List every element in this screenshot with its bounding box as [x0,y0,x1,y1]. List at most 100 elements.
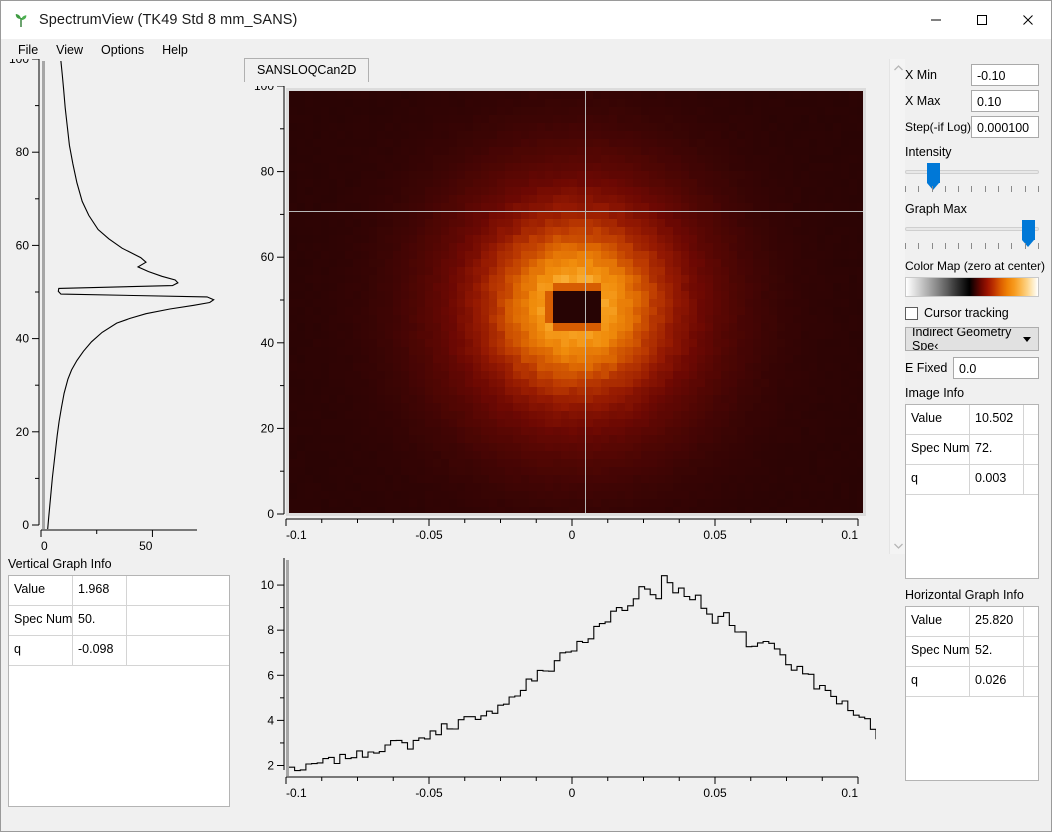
spectrumview-window: SpectrumView (TK49 Std 8 mm_SANS) File V… [0,0,1052,832]
table-row: q 0.026 [906,667,1038,697]
imginfo-val-q: 0.003 [970,465,1024,495]
svg-text:60: 60 [16,238,30,252]
vgi-val-q: -0.098 [73,636,127,666]
imginfo-pad-0 [1024,405,1038,435]
vgi-key-q: q [9,636,73,666]
imginfo-pad-2 [1024,465,1038,495]
svg-text:-0.1: -0.1 [286,528,307,542]
vgi-val-value: 1.968 [73,576,127,606]
horizontal-plot-y-axis: 246810 [240,558,286,780]
horizontal-graph-info-table: Value 25.820 Spec Num 52. q 0.026 [905,606,1039,781]
vertical-plot-y-axis: 020406080100 [1,59,41,529]
table-row: q 0.003 [906,465,1038,495]
hgi-key-specnum: Spec Num [906,637,970,667]
svg-text:20: 20 [16,425,30,439]
vgi-key-specnum: Spec Num [9,606,73,636]
svg-text:0: 0 [267,507,274,518]
close-button[interactable] [1005,2,1051,39]
vertical-graph-info-title: Vertical Graph Info [8,557,112,571]
cursor-tracking-checkbox[interactable] [905,307,918,320]
menu-options[interactable]: Options [92,41,153,59]
imginfo-val-value: 10.502 [970,405,1024,435]
graph-max-slider[interactable] [905,219,1039,253]
colormap-gradient[interactable] [905,277,1039,297]
graph-max-slider-track [905,227,1039,231]
vertical-profile-curve [45,61,231,529]
vgi-key-value: Value [9,576,73,606]
svg-text:80: 80 [261,165,275,179]
center-scrollbar[interactable] [889,59,905,554]
hgi-key-q: q [906,667,970,697]
detector-image-panel: 020406080100 -0.1-0.0500.050.1 [238,82,890,554]
horizontal-graph-info-title: Horizontal Graph Info [905,588,1051,602]
maximize-button[interactable] [959,2,1005,39]
svg-text:60: 60 [261,250,275,264]
detector-image-frame [286,88,866,516]
x-max-input[interactable]: 0.10 [971,90,1039,112]
x-min-label: X Min [905,68,971,82]
x-min-input[interactable]: -0.10 [971,64,1039,86]
svg-text:0.1: 0.1 [841,528,858,542]
table-row: Value 1.968 [9,576,229,606]
svg-text:8: 8 [267,623,274,637]
step-input[interactable]: 0.000100 [971,116,1039,138]
control-panel: X Min -0.10 X Max 0.10 Step(-if Log) 0.0… [905,59,1051,831]
table-row: Spec Num 72. [906,435,1038,465]
vertical-graph-info-table: Value 1.968 Spec Num 50. q -0.098 [8,575,230,807]
svg-text:0: 0 [22,518,29,529]
hgi-val-value: 25.820 [970,607,1024,637]
geometry-select-value: Indirect Geometry Spe‹ [912,327,1038,351]
vgi-val-specnum: 50. [73,606,127,636]
horizontal-profile-curve [289,560,876,776]
svg-text:80: 80 [16,145,30,159]
imginfo-pad-1 [1024,435,1038,465]
chevron-down-icon [1023,337,1031,342]
detector-image[interactable] [289,91,863,513]
imginfo-key-specnum: Spec Num [906,435,970,465]
hgi-val-q: 0.026 [970,667,1024,697]
svg-text:100: 100 [9,59,29,66]
intensity-slider-track [905,170,1039,174]
svg-text:0: 0 [569,528,576,542]
menu-view[interactable]: View [47,41,92,59]
window-title: SpectrumView (TK49 Std 8 mm_SANS) [39,12,297,28]
crosshair-vertical [585,91,586,513]
svg-text:0: 0 [41,539,48,553]
geometry-select[interactable]: Indirect Geometry Spe‹ [905,327,1039,351]
tab-sansloqcan2d[interactable]: SANSLOQCan2D [244,58,369,82]
graph-max-slider-thumb[interactable] [1022,220,1035,240]
scroll-down-icon[interactable] [890,537,906,554]
horizontal-profile-plot[interactable] [286,560,876,776]
horizontal-plot-x-axis: -0.1-0.0500.050.1 [278,776,878,810]
cursor-tracking-label: Cursor tracking [924,306,1009,320]
plant-sprout-icon [11,10,31,30]
vertical-profile-panel: 020406080100 050 [1,59,237,554]
intensity-slider[interactable] [905,162,1039,196]
hgi-pad-1 [1024,637,1038,667]
crosshair-horizontal [289,211,863,212]
colormap-label: Color Map (zero at center) [905,259,1051,273]
title-bar: SpectrumView (TK49 Std 8 mm_SANS) [1,1,1051,39]
svg-text:4: 4 [267,713,274,727]
table-row: Spec Num 52. [906,637,1038,667]
svg-text:6: 6 [267,668,274,682]
e-fixed-label: E Fixed [905,361,953,375]
table-row: Spec Num 50. [9,606,229,636]
intensity-slider-thumb[interactable] [927,163,940,183]
minimize-button[interactable] [913,2,959,39]
menu-help[interactable]: Help [153,41,197,59]
tab-strip: SANSLOQCan2D [238,58,890,82]
scroll-up-icon[interactable] [890,59,906,76]
e-fixed-input[interactable]: 0.0 [953,357,1039,379]
vertical-profile-plot[interactable] [42,61,231,529]
svg-text:0.05: 0.05 [703,786,727,800]
image-info-title: Image Info [905,386,1051,400]
graph-max-label: Graph Max [905,202,1051,216]
hgi-val-specnum: 52. [970,637,1024,667]
menu-file[interactable]: File [9,41,47,59]
vgi-pad-0 [127,576,229,606]
intensity-label: Intensity [905,145,1051,159]
table-row: Value 25.820 [906,607,1038,637]
svg-text:100: 100 [254,86,274,93]
svg-text:0.1: 0.1 [841,786,858,800]
